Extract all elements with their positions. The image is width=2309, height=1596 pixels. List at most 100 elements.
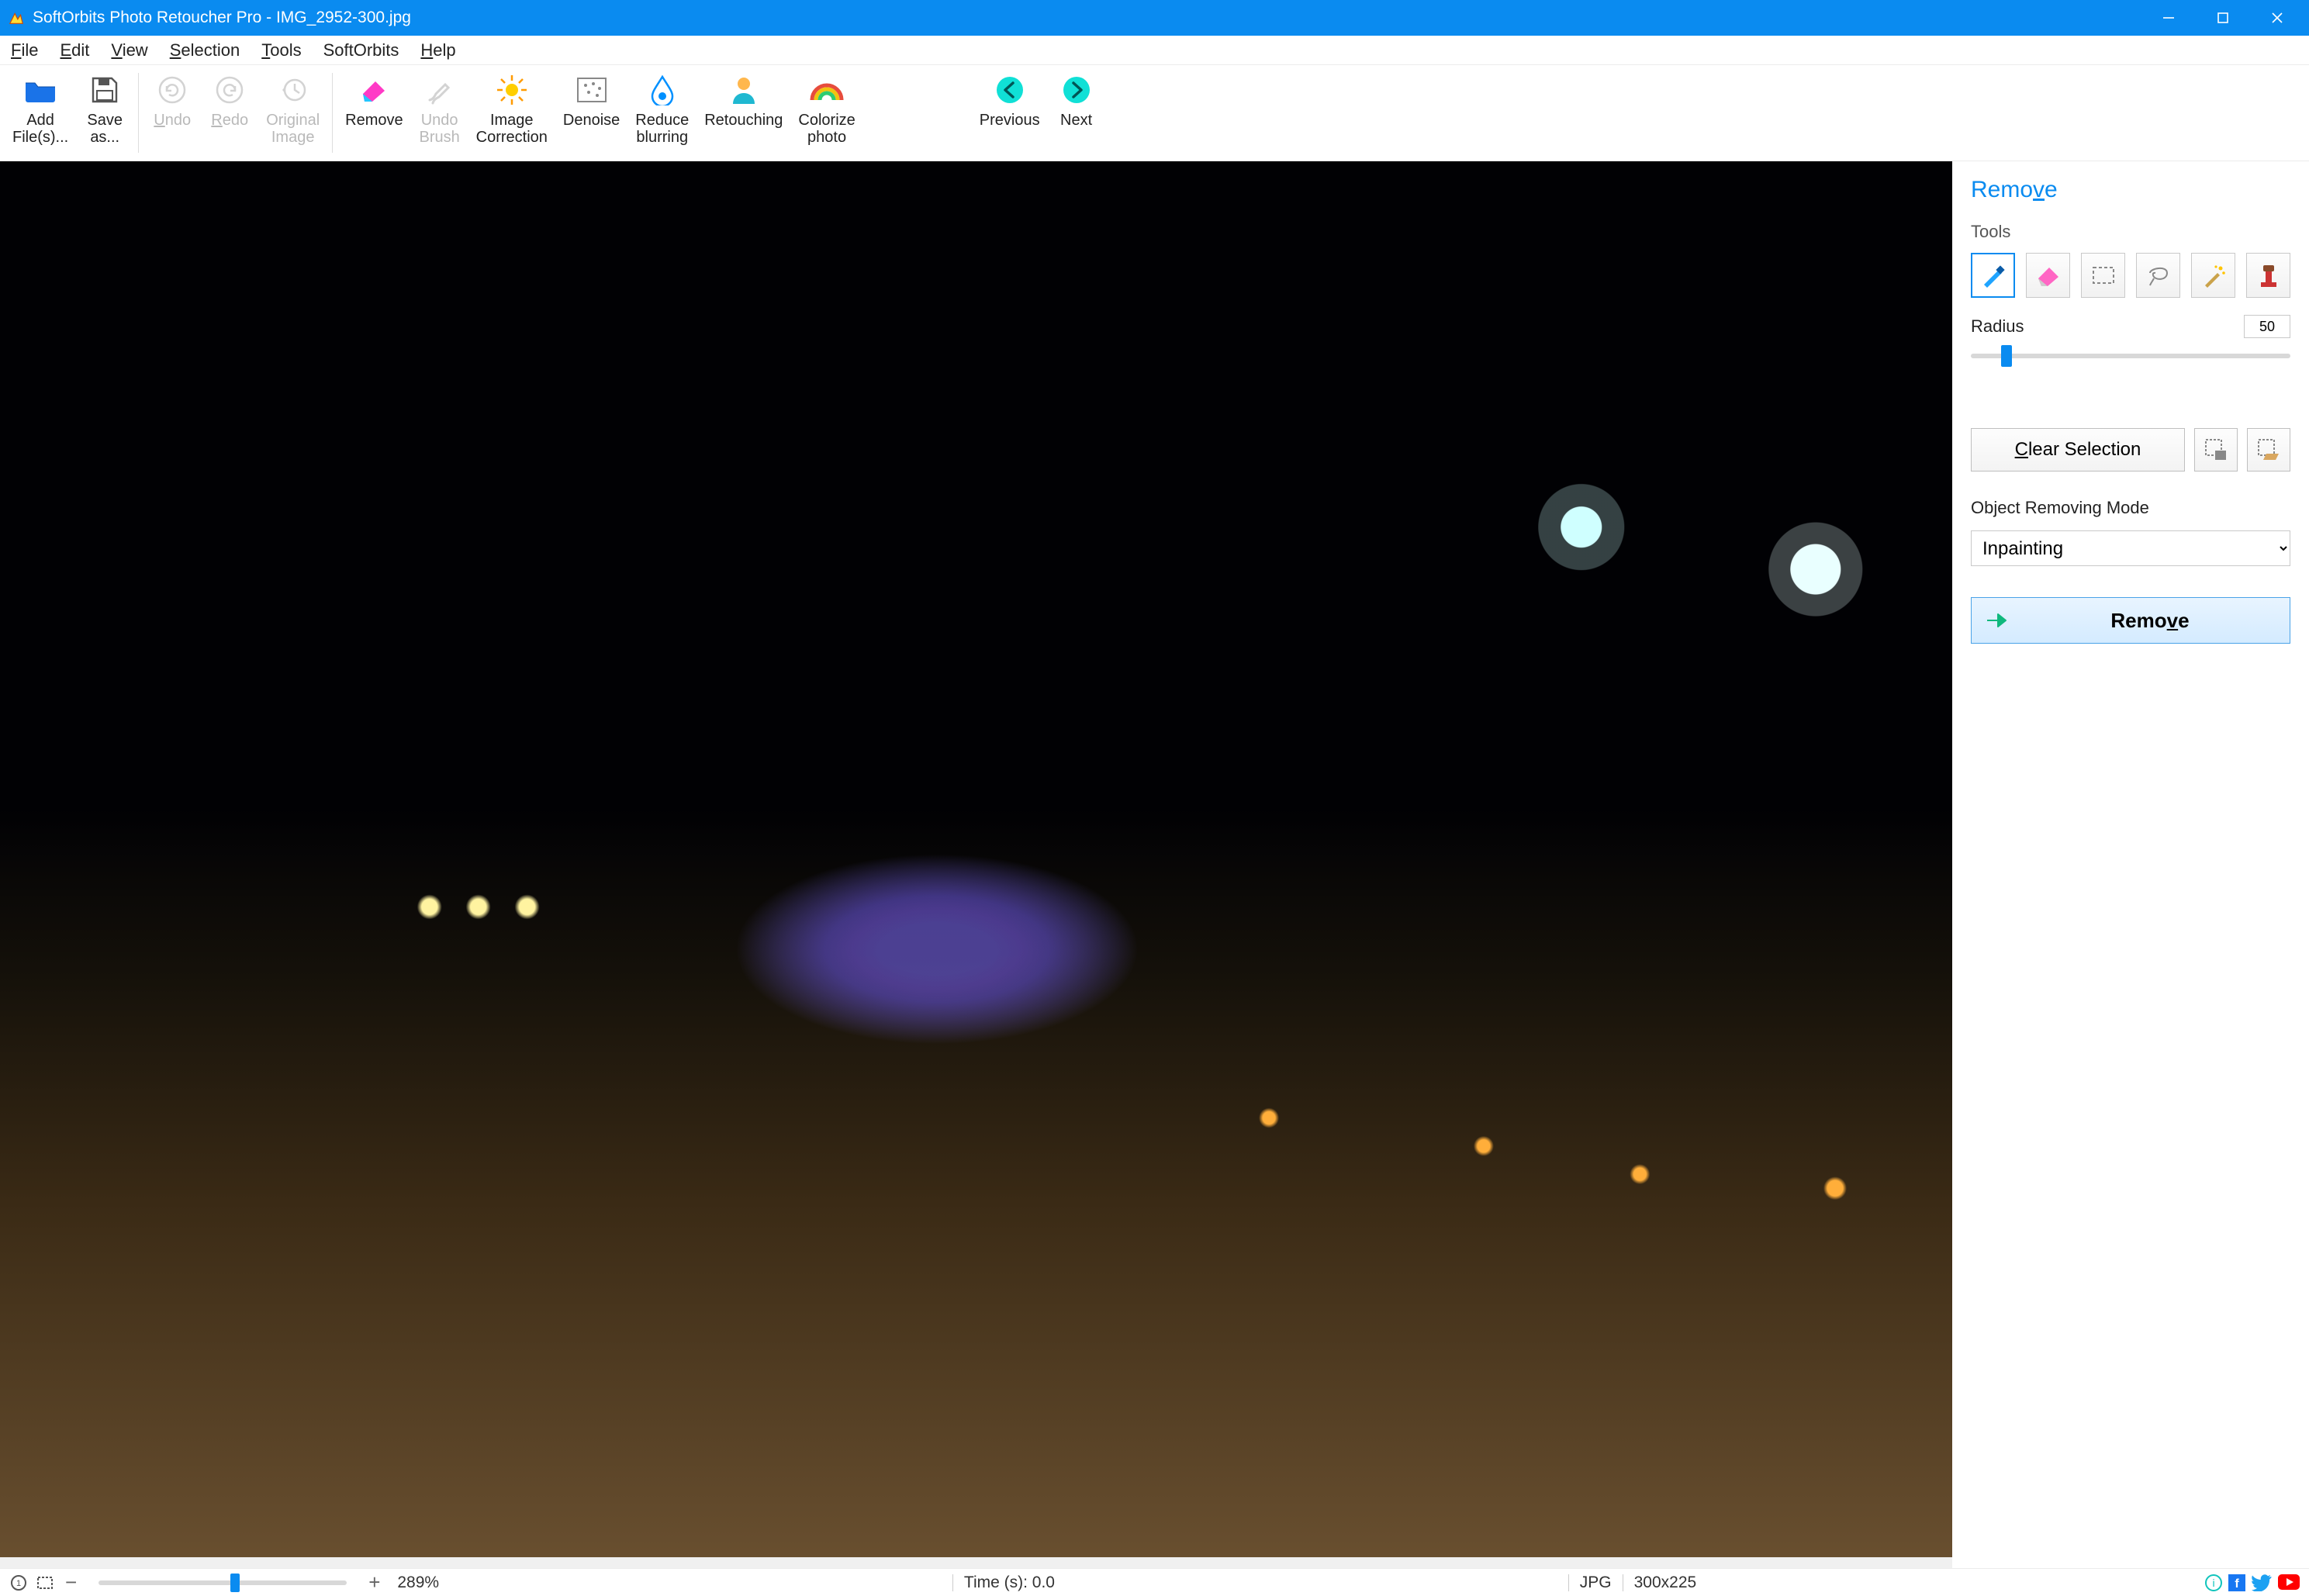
save-as-label-1: Save [87, 112, 123, 129]
original-label-1: Original [266, 112, 320, 129]
save-as-button[interactable]: Save as... [76, 65, 133, 161]
rainbow-icon [809, 71, 845, 109]
menu-view[interactable]: View [111, 40, 147, 60]
app-icon [8, 9, 25, 26]
menu-file[interactable]: File [11, 40, 38, 60]
remove-tool-button[interactable]: Remove [337, 65, 410, 161]
youtube-icon[interactable] [2278, 1574, 2300, 1591]
main-area: Remove Tools Radius [0, 161, 2309, 1568]
menubar: File Edit View Selection Tools SoftOrbit… [0, 36, 2309, 65]
zoom-actual-icon[interactable]: 1 [9, 1574, 28, 1592]
twitter-icon[interactable] [2252, 1574, 2272, 1591]
svg-text:1: 1 [16, 1579, 21, 1588]
tool-clone-stamp[interactable] [2246, 253, 2290, 298]
original-label-2: Image [271, 129, 315, 146]
load-selection-button[interactable] [2247, 428, 2290, 472]
menu-edit[interactable]: Edit [60, 40, 89, 60]
zoom-percent: 289% [391, 1574, 445, 1592]
sun-icon [496, 71, 528, 109]
status-time: Time (s): 0.0 [958, 1574, 1061, 1592]
tool-rect-select[interactable] [2081, 253, 2125, 298]
next-label: Next [1060, 112, 1092, 129]
colorize-button[interactable]: Colorize photo [790, 65, 862, 161]
arrow-right-icon [1986, 612, 2009, 629]
chevron-left-circle-icon [994, 71, 1025, 109]
redo-button: Redo [201, 65, 258, 161]
menu-selection[interactable]: Selection [170, 40, 240, 60]
colorize-label-1: Colorize [798, 112, 855, 129]
add-files-button[interactable]: Add File(s)... [5, 65, 76, 161]
tool-marker[interactable] [1971, 253, 2015, 298]
zoom-in-button[interactable]: + [365, 1570, 383, 1594]
menu-softorbits[interactable]: SoftOrbits [323, 40, 399, 60]
brush-icon [425, 71, 455, 109]
undo-arrow-icon [157, 71, 188, 109]
eraser-icon [358, 71, 389, 109]
image-corr-label-1: Image [490, 112, 534, 129]
image-correction-button[interactable]: Image Correction [468, 65, 555, 161]
tools-row [1971, 253, 2290, 298]
clear-selection-button[interactable]: Clear Selection [1971, 428, 2185, 472]
add-files-label-1: Add [26, 112, 54, 129]
minimize-button[interactable] [2141, 0, 2196, 36]
reduce-blur-label-2: blurring [636, 129, 688, 146]
denoise-icon [576, 71, 607, 109]
photo-preview [0, 161, 1952, 1568]
droplet-icon [649, 71, 676, 109]
tool-magic-wand[interactable] [2191, 253, 2235, 298]
tool-eraser[interactable] [2026, 253, 2070, 298]
remove-button-label: Remove [2024, 609, 2276, 633]
save-as-label-2: as... [90, 129, 119, 146]
radius-slider[interactable] [1971, 354, 2290, 358]
previous-button[interactable]: Previous [972, 65, 1048, 161]
maximize-button[interactable] [2196, 0, 2250, 36]
add-files-label-2: File(s)... [12, 129, 68, 146]
remove-panel: Remove Tools Radius [1952, 161, 2309, 1568]
menu-tools[interactable]: Tools [261, 40, 301, 60]
zoom-out-button[interactable]: − [62, 1570, 80, 1594]
mode-select[interactable]: Inpainting [1971, 530, 2290, 566]
undo-brush-label-1: Undo [421, 112, 458, 129]
undo-button: Undo [143, 65, 201, 161]
chevron-right-circle-icon [1061, 71, 1092, 109]
redo-arrow-icon [214, 71, 245, 109]
undo-label: Undo [154, 112, 191, 129]
mode-label: Object Removing Mode [1971, 498, 2290, 518]
info-icon[interactable]: i [2205, 1574, 2222, 1591]
titlebar: SoftOrbits Photo Retoucher Pro - IMG_295… [0, 0, 2309, 36]
undo-brush-label-2: Brush [420, 129, 460, 146]
original-image-button: Original Image [258, 65, 327, 161]
window-title: SoftOrbits Photo Retoucher Pro - IMG_295… [33, 9, 411, 27]
horizontal-scrollbar[interactable] [0, 1557, 1952, 1568]
tools-label: Tools [1971, 222, 2290, 242]
previous-label: Previous [980, 112, 1040, 129]
reduce-blur-label-1: Reduce [635, 112, 689, 129]
save-selection-button[interactable] [2194, 428, 2238, 472]
image-canvas[interactable] [0, 161, 1952, 1568]
undo-brush-button: Undo Brush [411, 65, 468, 161]
status-dimensions: 300x225 [1628, 1574, 1703, 1592]
history-icon [278, 71, 309, 109]
zoom-fit-icon[interactable] [36, 1574, 54, 1592]
close-button[interactable] [2250, 0, 2304, 36]
svg-text:f: f [2235, 1577, 2239, 1591]
retouching-button[interactable]: Retouching [697, 65, 790, 161]
next-button[interactable]: Next [1048, 65, 1105, 161]
reduce-blur-button[interactable]: Reduce blurring [627, 65, 697, 161]
colorize-label-2: photo [807, 129, 846, 146]
svg-text:i: i [2212, 1577, 2214, 1589]
panel-title: Remove [1971, 177, 2290, 203]
toolbar-ribbon: Add File(s)... Save as... Undo Redo [0, 65, 2309, 161]
denoise-button[interactable]: Denoise [555, 65, 627, 161]
statusbar: 1 − + 289% Time (s): 0.0 JPG 300x225 i f [0, 1568, 2309, 1596]
redo-label: Redo [211, 112, 248, 129]
remove-button[interactable]: Remove [1971, 597, 2290, 644]
facebook-icon[interactable]: f [2228, 1574, 2245, 1591]
menu-help[interactable]: Help [420, 40, 455, 60]
folder-open-icon [24, 71, 57, 109]
radius-input[interactable] [2244, 315, 2290, 338]
tool-lasso[interactable] [2136, 253, 2180, 298]
status-format: JPG [1574, 1574, 1618, 1592]
zoom-slider[interactable] [99, 1580, 347, 1585]
floppy-disk-icon [90, 71, 119, 109]
